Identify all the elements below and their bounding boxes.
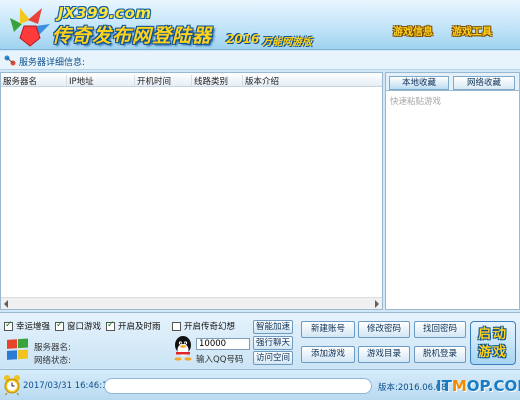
qq-number-input[interactable] xyxy=(196,338,250,350)
checkbox-unchecked-icon[interactable] xyxy=(172,321,181,331)
server-info-strip: 服务器详细信息: xyxy=(0,51,520,70)
column-header-server-name[interactable]: 服务器名 xyxy=(1,75,67,87)
server-list-header: 服务器名 IP地址 开机时间 线路类别 版本介绍 xyxy=(1,73,382,87)
alarm-clock-icon xyxy=(4,375,20,396)
visit-space-button[interactable]: 访问空间 xyxy=(253,351,293,365)
colorful-star-logo-icon xyxy=(10,8,50,47)
column-header-start-time[interactable]: 开机时间 xyxy=(135,75,192,87)
smart-accel-button[interactable]: 智能加速 xyxy=(253,320,293,334)
scroll-right-arrow-icon[interactable] xyxy=(375,300,379,308)
control-panel: 幸运增强 窗口游戏 开启及时雨 开启传奇幻想 服务器名: 网络状态: 输入QQ号… xyxy=(0,312,520,368)
column-header-ip-address[interactable]: IP地址 xyxy=(67,75,135,87)
server-name-label: 服务器名: xyxy=(34,343,71,353)
offline-login-button[interactable]: 脱机登录 xyxy=(414,346,466,363)
recover-password-button[interactable]: 找回密码 xyxy=(414,321,466,338)
lucky-boost-checkbox[interactable]: 幸运增强 xyxy=(4,320,50,332)
server-info-icon xyxy=(4,55,16,66)
favorites-tabs: 本地收藏 网络收藏 xyxy=(386,73,519,91)
favorites-panel: 本地收藏 网络收藏 快速粘贴游戏 xyxy=(385,72,520,310)
app-subtitle: 万能网游版 xyxy=(262,37,312,48)
lucky-boost-label: 幸运增强 xyxy=(16,322,51,332)
checkbox-checked-icon[interactable] xyxy=(106,320,115,331)
watermark-mark: M xyxy=(451,377,467,395)
tab-network-favorites[interactable]: 网络收藏 xyxy=(453,76,515,90)
app-year: 2016 xyxy=(226,32,260,46)
app-header: JX399.com 传奇发布网登陆器 2016 万能网游版 游戏信息 游戏工具 xyxy=(0,0,520,50)
tab-local-favorites[interactable]: 本地收藏 xyxy=(389,76,449,90)
server-info-label: 服务器详细信息: xyxy=(19,58,86,68)
legend-illusion-checkbox[interactable]: 开启传奇幻想 xyxy=(172,320,235,332)
column-header-version-info[interactable]: 版本介绍 xyxy=(243,75,382,87)
server-list-table[interactable]: 服务器名 IP地址 开机时间 线路类别 版本介绍 xyxy=(0,72,383,310)
timely-rain-checkbox[interactable]: 开启及时雨 xyxy=(106,320,161,332)
column-header-line-type[interactable]: 线路类别 xyxy=(192,75,243,87)
current-datetime: 2017/03/31 16:46:11 xyxy=(23,381,113,391)
horizontal-scrollbar[interactable] xyxy=(1,297,382,309)
status-bar: 2017/03/31 16:46:11 版本:2016.06.08 ITMOP.… xyxy=(0,369,520,400)
itmop-watermark: ITMOP.COM xyxy=(436,377,520,395)
game-directory-button[interactable]: 游戏目录 xyxy=(358,346,410,363)
change-password-button[interactable]: 修改密码 xyxy=(358,321,410,338)
legend-illusion-label: 开启传奇幻想 xyxy=(184,322,236,332)
scroll-left-arrow-icon[interactable] xyxy=(4,300,8,308)
quick-paste-hint[interactable]: 快速粘贴游戏 xyxy=(390,95,441,107)
game-info-link[interactable]: 游戏信息 xyxy=(393,23,433,38)
app-title: 传奇发布网登陆器 xyxy=(52,25,213,47)
checkbox-checked-icon[interactable] xyxy=(4,320,13,331)
qq-number-label: 输入QQ号码 xyxy=(196,355,244,365)
add-game-button[interactable]: 添加游戏 xyxy=(301,346,355,363)
launch-game-button[interactable]: 启动游戏 xyxy=(470,321,516,365)
watermark-prefix: IT xyxy=(436,377,452,395)
launch-game-label: 启动游戏 xyxy=(477,327,508,360)
watermark-suffix: OP.COM xyxy=(466,377,520,395)
site-url: JX399.com xyxy=(58,4,152,22)
timely-rain-label: 开启及时雨 xyxy=(118,322,161,332)
new-account-button[interactable]: 新建账号 xyxy=(301,321,355,338)
window-game-checkbox[interactable]: 窗口游戏 xyxy=(55,320,101,332)
game-tools-link[interactable]: 游戏工具 xyxy=(452,23,492,38)
qq-penguin-icon xyxy=(174,336,192,361)
window-game-label: 窗口游戏 xyxy=(67,322,102,332)
windows-logo-icon xyxy=(7,338,28,360)
message-bar xyxy=(104,378,372,394)
force-chat-button[interactable]: 强行聊天 xyxy=(253,336,293,350)
network-status-label: 网络状态: xyxy=(34,356,71,366)
checkbox-checked-icon[interactable] xyxy=(55,320,64,331)
